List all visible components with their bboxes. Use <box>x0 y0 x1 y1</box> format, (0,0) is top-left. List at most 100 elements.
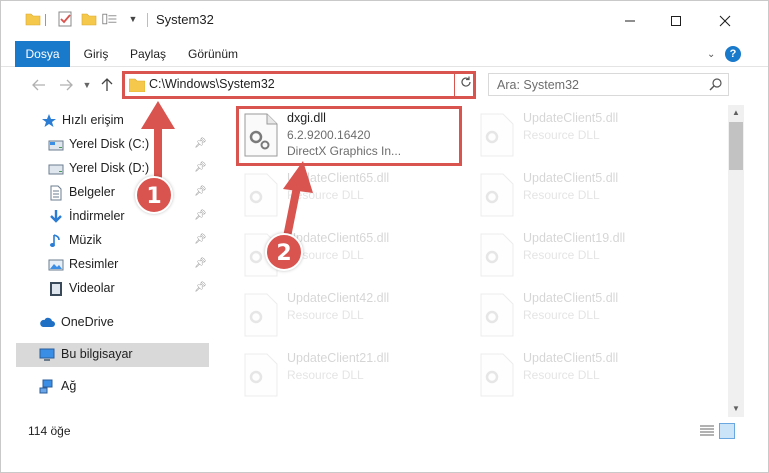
file-name: UpdateClient5.dll <box>523 111 619 125</box>
sidebar-item-pictures[interactable]: Resimler 📌︎ <box>1 253 209 277</box>
window-title: System32 <box>156 12 214 27</box>
search-icon[interactable] <box>709 77 723 91</box>
maximize-button[interactable] <box>653 1 699 41</box>
file-name: UpdateClient65.dll <box>287 231 390 245</box>
sidebar-item-label: Yerel Disk (D:) <box>69 161 150 175</box>
help-icon[interactable]: ? <box>725 46 741 62</box>
item-count: 114 öğe <box>28 424 71 438</box>
file-description: Resource DLL <box>523 368 600 382</box>
properties-check-icon[interactable] <box>57 11 73 27</box>
rename-icon[interactable] <box>102 11 118 27</box>
file-name: UpdateClient19.dll <box>523 231 626 245</box>
minimize-button[interactable] <box>607 1 653 41</box>
search-box[interactable]: Ara: System32 <box>488 73 729 96</box>
pin-icon[interactable]: 📌︎ <box>194 210 207 222</box>
folder-icon[interactable] <box>25 11 41 27</box>
file-item[interactable]: UpdateClient21.dll Resource DLL <box>239 349 469 407</box>
dll-file-icon <box>480 233 514 277</box>
sidebar-item-quick-access[interactable]: Hızlı erişim <box>1 109 209 133</box>
cloud-icon <box>40 317 55 327</box>
pin-icon[interactable]: 📌︎ <box>194 162 207 174</box>
tab-file[interactable]: Dosya <box>15 41 70 67</box>
file-item[interactable]: UpdateClient19.dll Resource DLL <box>475 229 705 287</box>
scroll-thumb[interactable] <box>729 122 743 170</box>
close-button[interactable] <box>699 1 751 41</box>
sidebar-item-music[interactable]: Müzik 📌︎ <box>1 229 209 253</box>
scroll-up-arrow-icon[interactable]: ▲ <box>728 105 744 121</box>
address-separator <box>454 74 455 96</box>
sidebar-item-label: Yerel Disk (C:) <box>69 137 150 151</box>
sidebar-item-local-disk-d[interactable]: Yerel Disk (D:) 📌︎ <box>1 157 209 181</box>
pin-icon[interactable]: 📌︎ <box>194 138 207 150</box>
sidebar-item-documents[interactable]: Belgeler 📌︎ <box>1 181 209 205</box>
expand-ribbon-chevron-icon[interactable]: ⌄ <box>707 49 719 60</box>
sidebar-item-videos[interactable]: Videolar 📌︎ <box>1 277 209 301</box>
computer-icon <box>39 348 55 361</box>
sidebar-item-label: Bu bilgisayar <box>61 347 133 361</box>
file-item[interactable]: UpdateClient65.dll Resource DLL <box>239 169 469 227</box>
back-button[interactable] <box>29 75 49 95</box>
sidebar-item-local-disk-c[interactable]: Yerel Disk (C:) 📌︎ <box>1 133 209 157</box>
ribbon-tabs: Dosya Giriş Paylaş Görünüm ⌄ ? <box>1 41 768 67</box>
step-badge-1: 1 <box>135 176 173 214</box>
file-name: UpdateClient5.dll <box>523 351 619 365</box>
dll-file-icon <box>244 293 278 337</box>
file-explorer-window: ▼ System32 Dosya Giriş Paylaş Görünüm ⌄ … <box>0 0 769 473</box>
file-item[interactable]: UpdateClient5.dll Resource DLL <box>475 289 705 347</box>
drive-icon <box>48 140 64 151</box>
scroll-down-arrow-icon[interactable]: ▼ <box>728 401 744 417</box>
file-item[interactable]: UpdateClient5.dll Resource DLL <box>475 349 705 407</box>
sidebar-item-label: Resimler <box>69 257 119 271</box>
star-icon <box>42 114 56 127</box>
file-item[interactable]: UpdateClient5.dll Resource DLL <box>475 169 705 227</box>
status-bar: 114 öğe <box>1 417 768 444</box>
customize-toolbar-dropdown-icon[interactable]: ▼ <box>128 14 138 24</box>
address-bar[interactable]: C:\Windows\System32 <box>122 71 476 99</box>
quick-access-separator <box>45 14 46 26</box>
file-description: Resource DLL <box>523 128 600 142</box>
details-view-icon[interactable] <box>699 424 715 438</box>
pin-icon[interactable]: 📌︎ <box>194 282 207 294</box>
new-folder-icon[interactable] <box>81 11 97 27</box>
address-path[interactable]: C:\Windows\System32 <box>149 77 275 91</box>
sidebar-item-label: Ağ <box>61 379 77 393</box>
documents-icon <box>50 185 62 201</box>
refresh-button[interactable] <box>458 75 474 93</box>
file-name: UpdateClient21.dll <box>287 351 390 365</box>
sidebar-item-onedrive[interactable]: OneDrive <box>1 311 209 335</box>
sidebar-item-label: Müzik <box>69 233 102 247</box>
navigation-bar: ▼ C:\Windows\System32 Ara: System32 <box>1 67 768 105</box>
up-button[interactable] <box>97 75 117 95</box>
file-description: Resource DLL <box>287 188 364 202</box>
sidebar-item-label: Belgeler <box>69 185 115 199</box>
pin-icon[interactable]: 📌︎ <box>194 234 207 246</box>
file-description: Resource DLL <box>523 248 600 262</box>
file-description: Resource DLL <box>523 308 600 322</box>
file-description: Resource DLL <box>287 308 364 322</box>
tab-home[interactable]: Giriş <box>76 41 116 67</box>
address-field[interactable]: C:\Windows\System32 <box>126 75 454 95</box>
title-bar: ▼ System32 <box>1 1 768 41</box>
search-input[interactable]: Ara: System32 <box>497 78 579 92</box>
tab-share[interactable]: Paylaş <box>122 41 174 67</box>
download-icon <box>50 210 62 223</box>
file-item[interactable]: UpdateClient42.dll Resource DLL <box>239 289 469 347</box>
sidebar-item-this-pc[interactable]: Bu bilgisayar <box>16 343 209 367</box>
tab-view[interactable]: Görünüm <box>182 41 244 67</box>
large-icons-view-icon[interactable] <box>719 423 735 439</box>
sidebar-item-downloads[interactable]: İndirmeler 📌︎ <box>1 205 209 229</box>
file-name: UpdateClient5.dll <box>523 171 619 185</box>
file-name: UpdateClient65.dll <box>287 171 390 185</box>
arrow-up-icon <box>101 78 113 91</box>
step-badge-2: 2 <box>265 233 303 271</box>
pin-icon[interactable]: 📌︎ <box>194 186 207 198</box>
pin-icon[interactable]: 📌︎ <box>194 258 207 270</box>
sidebar-item-label: Videolar <box>69 281 115 295</box>
video-icon <box>50 282 62 296</box>
file-item[interactable]: UpdateClient5.dll Resource DLL <box>475 109 705 167</box>
vertical-scrollbar[interactable]: ▲ ▼ <box>728 105 744 417</box>
dll-file-icon <box>244 353 278 397</box>
sidebar-item-network[interactable]: Ağ <box>1 375 209 399</box>
recent-locations-chevron-icon[interactable]: ▼ <box>81 75 93 95</box>
forward-button[interactable] <box>56 75 76 95</box>
